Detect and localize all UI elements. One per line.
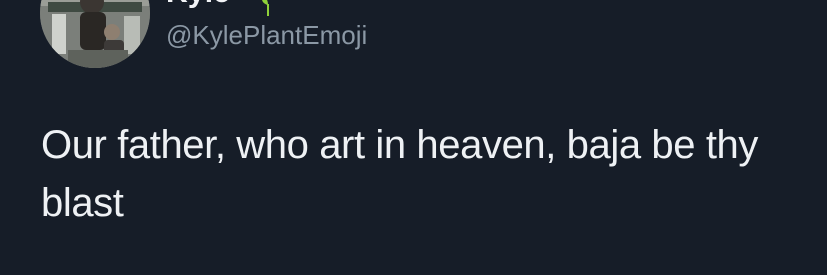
display-name[interactable]: Kyle — [166, 0, 230, 10]
avatar[interactable] — [40, 0, 150, 68]
avatar-photo-icon — [40, 0, 150, 68]
tweet: Kyle @KylePlantEmoji Our father, who art… — [0, 0, 827, 275]
plant-emoji-icon — [262, 0, 269, 16]
tweet-text: Our father, who art in heaven, baja be t… — [41, 123, 758, 225]
author-handle[interactable]: @KylePlantEmoji — [166, 20, 367, 51]
